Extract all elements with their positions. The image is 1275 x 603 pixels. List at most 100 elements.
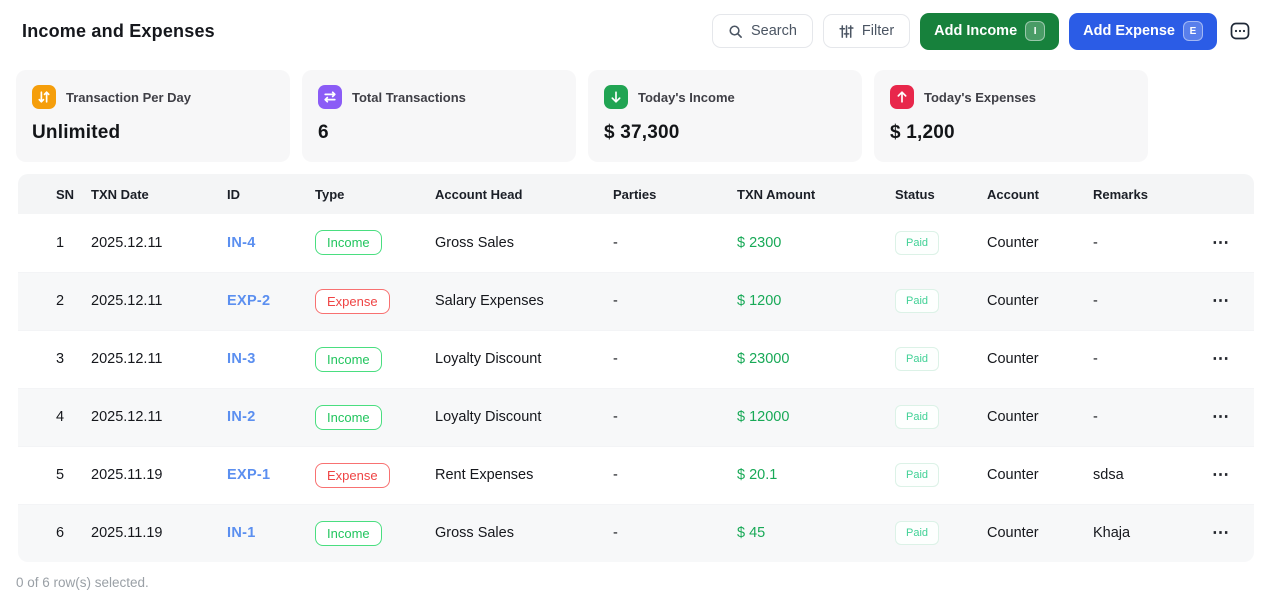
cell-parties: - — [613, 234, 618, 251]
row-actions-button[interactable]: ⋯ — [1212, 408, 1230, 425]
cell-account-head: Loyalty Discount — [435, 351, 542, 367]
stat-card-label: Transaction Per Day — [66, 89, 191, 105]
cell-account-head: Salary Expenses — [435, 293, 544, 309]
table-row[interactable]: 1 2025.12.11 IN-4 Income Gross Sales - $… — [18, 214, 1254, 272]
status-badge: Paid — [895, 521, 940, 546]
table-header-row: SN TXN Date ID Type Account Head Parties TXN A… — [18, 174, 1254, 214]
cell-account-head: Gross Sales — [435, 525, 514, 542]
cell-parties: - — [613, 525, 618, 542]
cell-txn-amount: $ 45 — [737, 525, 766, 542]
cell-account: Counter — [987, 409, 1039, 425]
cell-remarks: - — [1093, 234, 1098, 251]
cell-account-head: Gross Sales — [435, 234, 514, 251]
cell-sn: 4 — [56, 409, 65, 425]
search-icon — [728, 24, 743, 39]
column-header: Account Head — [435, 174, 613, 214]
add-expense-button[interactable]: Add Expense E — [1069, 12, 1217, 50]
cell-account-head: Loyalty Discount — [435, 409, 542, 425]
column-header: Type — [315, 174, 435, 214]
cell-remarks: sdsa — [1093, 467, 1124, 483]
add-income-label: Add Income — [934, 23, 1018, 39]
search-button-label: Search — [750, 23, 797, 39]
type-badge: Income — [315, 404, 382, 430]
cell-txn-date: 2025.12.11 — [91, 234, 163, 251]
arrows-left-right-icon — [318, 85, 342, 109]
column-header: Parties — [613, 174, 737, 214]
txn-id-link[interactable]: IN-4 — [227, 235, 256, 251]
row-actions-button[interactable]: ⋯ — [1212, 524, 1230, 541]
type-badge: Expense — [315, 288, 390, 314]
arrow-up-icon — [890, 85, 914, 109]
column-header-actions — [1212, 174, 1254, 214]
add-expense-label: Add Expense — [1083, 23, 1175, 39]
type-badge: Expense — [315, 462, 390, 488]
column-header: Status — [895, 174, 987, 214]
stat-card-label: Today's Income — [638, 89, 735, 105]
cell-sn: 1 — [56, 234, 65, 251]
cell-account: Counter — [987, 234, 1039, 251]
row-actions-button[interactable]: ⋯ — [1212, 234, 1230, 251]
table-row[interactable]: 2 2025.12.11 EXP-2 Expense Salary Expens… — [18, 272, 1254, 330]
row-actions-button[interactable]: ⋯ — [1212, 466, 1230, 483]
type-badge: Income — [315, 520, 382, 546]
cell-txn-date: 2025.12.11 — [91, 409, 163, 425]
cell-remarks: - — [1093, 409, 1098, 425]
cell-sn: 2 — [56, 293, 65, 309]
cell-txn-amount: $ 1200 — [737, 293, 782, 309]
search-button[interactable]: Search — [711, 14, 813, 48]
txn-id-link[interactable]: IN-1 — [227, 525, 256, 541]
status-badge: Paid — [895, 463, 940, 487]
cell-txn-date: 2025.11.19 — [91, 467, 163, 483]
table-row[interactable]: 5 2025.11.19 EXP-1 Expense Rent Expenses… — [18, 446, 1254, 504]
ellipsis-box-icon — [1229, 20, 1251, 42]
add-expense-shortcut-badge: E — [1183, 21, 1203, 41]
stat-card-label: Total Transactions — [352, 89, 466, 105]
add-income-button[interactable]: Add Income I — [920, 12, 1060, 50]
table-row[interactable]: 3 2025.12.11 IN-3 Income Loyalty Discoun… — [18, 330, 1254, 388]
stat-card: Total Transactions 6 — [302, 70, 576, 162]
stat-card-value: 6 — [318, 122, 329, 143]
cell-parties: - — [613, 409, 618, 425]
transactions-table: SN TXN Date ID Type Account Head Parties TXN A… — [18, 174, 1254, 562]
table-row[interactable]: 4 2025.12.11 IN-2 Income Loyalty Discoun… — [18, 388, 1254, 446]
cell-account: Counter — [987, 525, 1039, 542]
cell-account-head: Rent Expenses — [435, 467, 534, 483]
cell-remarks: Khaja — [1093, 525, 1131, 542]
cell-txn-amount: $ 2300 — [737, 234, 782, 251]
filter-sliders-icon — [839, 24, 854, 39]
stat-card: Today's Expenses $ 1,200 — [874, 70, 1148, 162]
column-header: SN — [18, 174, 91, 214]
cell-remarks: - — [1093, 293, 1098, 309]
txn-id-link[interactable]: IN-2 — [227, 409, 256, 425]
txn-id-link[interactable]: EXP-1 — [227, 467, 270, 483]
table-row[interactable]: 6 2025.11.19 IN-1 Income Gross Sales - $… — [18, 504, 1254, 562]
txn-id-link[interactable]: IN-3 — [227, 351, 256, 367]
status-badge: Paid — [895, 230, 940, 255]
status-badge: Paid — [895, 347, 940, 371]
stat-card: Today's Income $ 37,300 — [588, 70, 862, 162]
cell-parties: - — [613, 293, 618, 309]
stat-card-value: $ 37,300 — [604, 122, 680, 143]
column-header: TXN Date — [91, 174, 227, 214]
row-actions-button[interactable]: ⋯ — [1212, 350, 1230, 367]
more-options-button[interactable] — [1227, 18, 1253, 44]
arrow-down-icon — [604, 85, 628, 109]
column-header: TXN Amount — [737, 174, 895, 214]
stat-card: Transaction Per Day Unlimited — [16, 70, 290, 162]
cell-txn-amount: $ 20.1 — [737, 467, 778, 483]
page-title: Income and Expenses — [22, 20, 215, 41]
filter-button[interactable]: Filter — [822, 14, 911, 48]
stat-cards: Transaction Per Day Unlimited Total Tran… — [16, 70, 1259, 162]
cell-account: Counter — [987, 467, 1039, 483]
stat-card-label: Today's Expenses — [924, 89, 1036, 105]
status-badge: Paid — [895, 289, 940, 313]
stat-card-value: Unlimited — [32, 122, 121, 143]
cell-sn: 5 — [56, 467, 65, 483]
cell-sn: 3 — [56, 351, 65, 367]
topbar: Income and Expenses Search Filter Add In… — [0, 0, 1275, 62]
selection-status: 0 of 6 row(s) selected. — [16, 575, 149, 590]
cell-remarks: - — [1093, 351, 1098, 367]
column-header: Remarks — [1093, 174, 1212, 214]
txn-id-link[interactable]: EXP-2 — [227, 293, 270, 309]
row-actions-button[interactable]: ⋯ — [1212, 292, 1230, 309]
